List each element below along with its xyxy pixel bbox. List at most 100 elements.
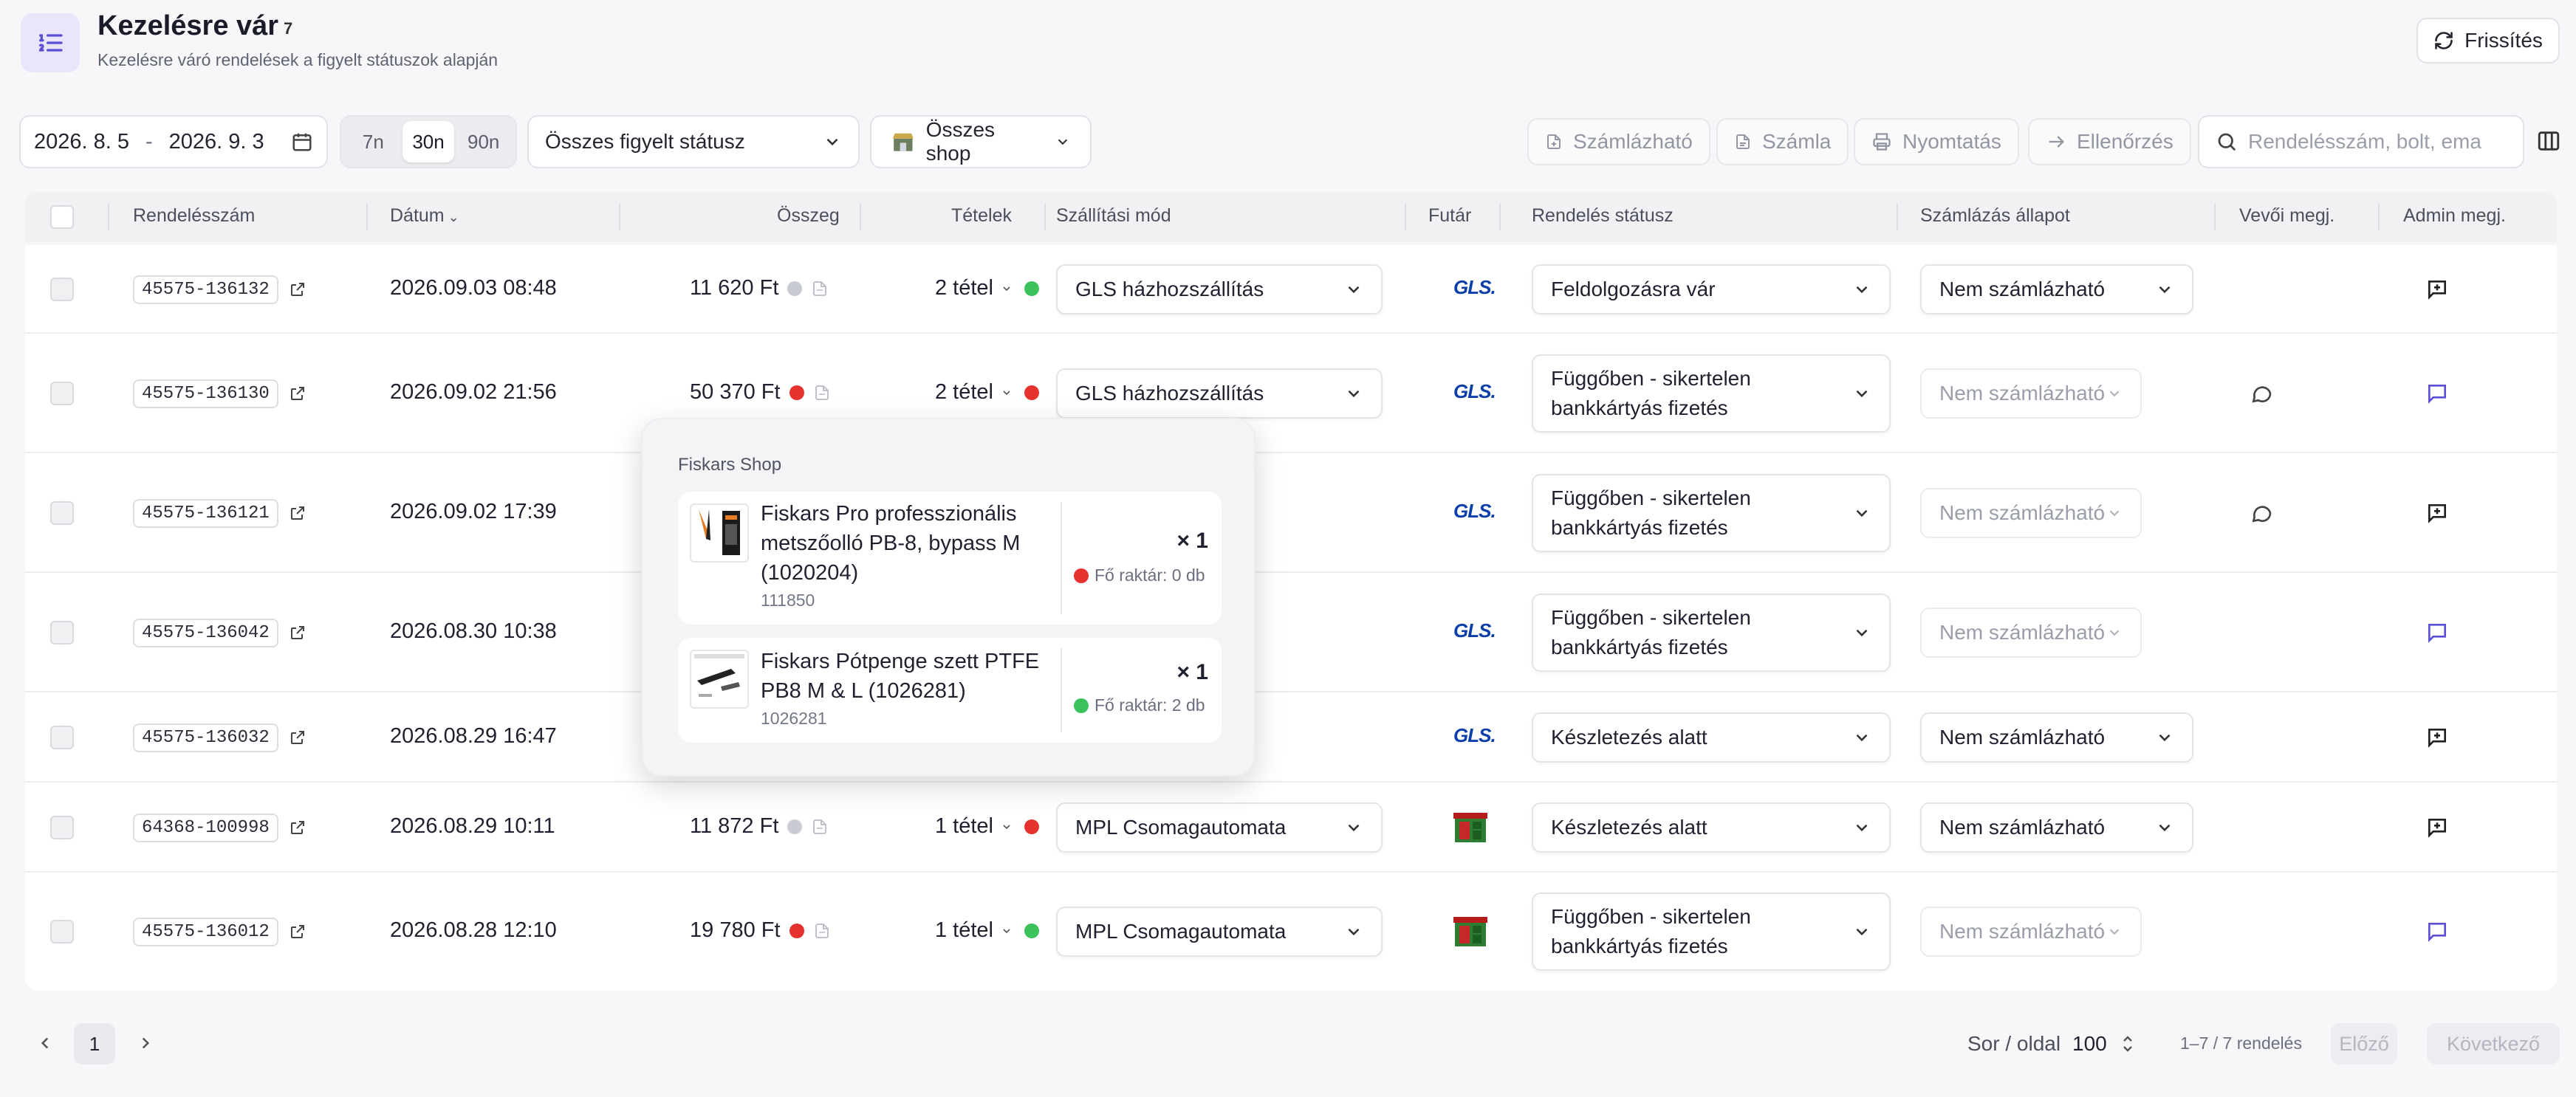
add-note-icon[interactable]: [2425, 816, 2449, 839]
add-note-icon[interactable]: [2425, 726, 2449, 749]
chevron-down-icon: [1003, 928, 1010, 933]
next-button[interactable]: Következő: [2427, 1023, 2560, 1065]
row-checkbox-cell: [50, 382, 74, 405]
prev-button[interactable]: Előző: [2331, 1023, 2397, 1065]
items-cell[interactable]: 2 tétel: [935, 276, 1039, 300]
row-checkbox[interactable]: [50, 726, 74, 749]
document-icon[interactable]: [811, 279, 829, 298]
items-cell[interactable]: 1 tétel: [935, 814, 1039, 839]
col-admin-note[interactable]: Admin megj.: [2403, 205, 2506, 227]
order-number[interactable]: 64368-100998: [133, 813, 278, 842]
chevron-down-icon: [1348, 928, 1360, 936]
shipping-method-select[interactable]: MPL Csomagautomata: [1056, 802, 1383, 853]
billing-status-select[interactable]: Nem számlázható: [1920, 608, 2142, 658]
order-number[interactable]: 45575-136121: [133, 498, 278, 528]
order-status-value: Készletezés alatt: [1551, 726, 1707, 749]
add-note-icon[interactable]: [2425, 278, 2449, 301]
order-number[interactable]: 45575-136132: [133, 275, 278, 304]
status-filter-select[interactable]: Összes figyelt státusz: [527, 115, 860, 168]
shipping-method-select[interactable]: MPL Csomagautomata: [1056, 907, 1383, 957]
chevron-down-icon: [2109, 630, 2120, 636]
range-30d[interactable]: 30n: [402, 121, 455, 162]
col-courier[interactable]: Futár: [1428, 205, 1471, 227]
external-link-icon[interactable]: [289, 729, 306, 746]
col-shipping[interactable]: Szállítási mód: [1056, 205, 1171, 227]
rows-per-page-select[interactable]: 100: [2072, 1028, 2135, 1060]
shipping-method-select[interactable]: GLS házhozszállítás: [1056, 264, 1383, 314]
order-number[interactable]: 45575-136130: [133, 379, 278, 408]
billing-status-select[interactable]: Nem számlázható: [1920, 368, 2142, 419]
row-checkbox[interactable]: [50, 621, 74, 644]
col-date[interactable]: Dátum ⌄: [390, 205, 459, 227]
billing-status-select[interactable]: Nem számlázható: [1920, 907, 2142, 957]
external-link-icon[interactable]: [289, 385, 306, 402]
range-90d[interactable]: 90n: [457, 121, 510, 162]
external-link-icon[interactable]: [289, 281, 306, 298]
print-button[interactable]: Nyomtatás: [1854, 118, 2019, 165]
external-link-icon[interactable]: [289, 819, 306, 836]
row-checkbox[interactable]: [50, 382, 74, 405]
invoiceable-button[interactable]: Számlázható: [1527, 118, 1710, 165]
row-checkbox[interactable]: [50, 920, 74, 943]
billing-status-select[interactable]: Nem számlázható: [1920, 712, 2193, 763]
shop-filter-select[interactable]: Összes shop: [870, 115, 1092, 168]
order-status-select[interactable]: Készletezés alatt: [1532, 802, 1891, 853]
row-checkbox[interactable]: [50, 501, 74, 525]
order-status-select[interactable]: Függőben - sikertelen bankkártyás fizeté…: [1532, 474, 1891, 552]
result-range: 1–7 / 7 rendelés: [2180, 1034, 2302, 1053]
items-cell[interactable]: 1 tétel: [935, 918, 1039, 943]
document-icon[interactable]: [813, 921, 831, 940]
prev-page-icon[interactable]: [35, 1034, 55, 1056]
external-link-icon[interactable]: [289, 504, 306, 522]
file-text-icon: [1736, 134, 1750, 149]
items-count: 1 tétel: [935, 918, 993, 942]
external-link-icon[interactable]: [289, 923, 306, 940]
chevron-down-icon: [2159, 286, 2171, 294]
col-customer-note[interactable]: Vevői megj.: [2239, 205, 2334, 227]
note-icon[interactable]: [2425, 920, 2449, 943]
order-status-select[interactable]: Függőben - sikertelen bankkártyás fizeté…: [1532, 594, 1891, 672]
date-range-picker[interactable]: 2026. 8. 5 - 2026. 9. 3: [19, 115, 328, 168]
row-checkbox[interactable]: [50, 278, 74, 301]
gls-logo: GLS.: [1453, 500, 1496, 522]
col-order-status[interactable]: Rendelés státusz: [1532, 205, 1674, 227]
refresh-button[interactable]: Frissítés: [2416, 18, 2560, 63]
add-note-icon[interactable]: [2425, 501, 2449, 525]
document-icon[interactable]: [813, 383, 831, 402]
billing-status-select[interactable]: Nem számlázható: [1920, 802, 2193, 853]
range-7d[interactable]: 7n: [347, 121, 400, 162]
note-icon[interactable]: [2425, 382, 2449, 405]
billing-status-value: Nem számlázható: [1939, 621, 2106, 644]
items-cell[interactable]: 2 tétel: [935, 380, 1039, 405]
gls-logo: GLS.: [1453, 276, 1496, 298]
billing-status-value: Nem számlázható: [1939, 726, 2106, 749]
items-count: 1 tétel: [935, 814, 993, 838]
billing-status-select[interactable]: Nem számlázható: [1920, 264, 2193, 314]
comment-icon[interactable]: [2250, 501, 2273, 525]
search-input[interactable]: Rendelésszám, bolt, ema: [2198, 115, 2524, 168]
order-number[interactable]: 45575-136042: [133, 618, 278, 647]
col-billing-status[interactable]: Számlázás állapot: [1920, 205, 2070, 227]
order-status-select[interactable]: Függőben - sikertelen bankkártyás fizeté…: [1532, 893, 1891, 971]
col-items[interactable]: Tételek: [951, 205, 1012, 227]
order-status-select[interactable]: Készletezés alatt: [1532, 712, 1891, 763]
check-button[interactable]: Ellenőrzés: [2028, 118, 2191, 165]
note-icon[interactable]: [2425, 621, 2449, 644]
row-checkbox[interactable]: [50, 816, 74, 839]
col-order-number[interactable]: Rendelésszám: [133, 205, 255, 227]
order-status-select[interactable]: Feldolgozásra vár: [1532, 264, 1891, 314]
columns-icon[interactable]: [2536, 128, 2561, 157]
next-page-icon[interactable]: [136, 1034, 155, 1056]
comment-icon[interactable]: [2250, 382, 2273, 405]
shipping-method-select[interactable]: GLS házhozszállítás: [1056, 368, 1383, 419]
page-number[interactable]: 1: [74, 1023, 115, 1065]
select-all-checkbox[interactable]: [50, 205, 74, 229]
order-number[interactable]: 45575-136012: [133, 917, 278, 946]
invoice-button[interactable]: Számla: [1716, 118, 1849, 165]
document-icon[interactable]: [811, 817, 829, 836]
order-status-select[interactable]: Függőben - sikertelen bankkártyás fizeté…: [1532, 354, 1891, 433]
order-number[interactable]: 45575-136032: [133, 723, 278, 752]
billing-status-select[interactable]: Nem számlázható: [1920, 488, 2142, 538]
external-link-icon[interactable]: [289, 624, 306, 642]
col-amount[interactable]: Összeg: [777, 205, 840, 227]
